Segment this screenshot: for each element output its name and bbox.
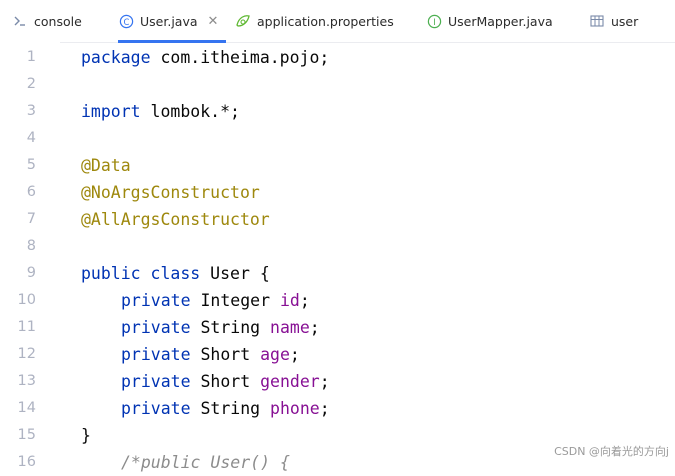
code-text: User { [200, 264, 270, 283]
properties-icon [235, 13, 251, 29]
code-text: com.itheima.pojo; [150, 48, 330, 67]
code-text: ; [299, 291, 310, 310]
code-text: ; [289, 345, 300, 364]
code-line: public class User { [81, 260, 270, 287]
code-line: private String phone; [121, 395, 330, 422]
field-name: name [270, 318, 310, 337]
annotation: @NoArgsConstructor [81, 183, 260, 202]
type-name: Short [190, 345, 261, 364]
tab-label: application.properties [257, 13, 394, 29]
field-name: phone [270, 399, 320, 418]
annotation: @Data [81, 156, 131, 175]
tab-user-java[interactable]: C User.java ✕ [118, 0, 226, 43]
close-icon[interactable]: ✕ [208, 14, 219, 29]
watermark: CSDN @向着光的方向j [554, 443, 669, 459]
code-text: lombok.*; [140, 102, 240, 121]
keyword: public class [81, 264, 201, 283]
tab-user-table[interactable]: user [589, 0, 638, 42]
svg-text:C: C [123, 16, 129, 26]
field-name: id [279, 291, 300, 310]
type-name: Integer [190, 291, 280, 310]
code-line: private Short age; [121, 341, 300, 368]
code-line: private String name; [121, 314, 320, 341]
tab-application-properties[interactable]: application.properties [235, 0, 394, 42]
code-line: private Integer id; [121, 287, 310, 314]
field-name: gender [260, 372, 320, 391]
code-text: ; [309, 318, 320, 337]
keyword: private [121, 291, 191, 310]
keyword: private [121, 399, 191, 418]
console-icon [12, 13, 28, 29]
code-editor[interactable]: package com.itheima.pojo; import lombok.… [0, 42, 675, 472]
code-line: private Short gender; [121, 368, 330, 395]
type-name: String [190, 318, 271, 337]
comment: /*public User() { [121, 453, 290, 472]
keyword: private [121, 345, 191, 364]
type-name: String [190, 399, 271, 418]
tab-label: user [611, 13, 639, 29]
editor-tab-bar: console C User.java ✕ application.proper… [0, 0, 675, 43]
code-line: } [81, 426, 91, 445]
tab-console[interactable]: console [12, 0, 82, 42]
annotation: @AllArgsConstructor [81, 210, 270, 229]
keyword: package [81, 48, 151, 67]
svg-text:I: I [433, 16, 435, 26]
field-name: age [260, 345, 290, 364]
code-text: ; [319, 372, 330, 391]
keyword: import [81, 102, 141, 121]
code-line: package com.itheima.pojo; [81, 44, 329, 71]
tab-label: UserMapper.java [448, 13, 553, 29]
code-line: import lombok.*; [81, 98, 240, 125]
code-text: ; [319, 399, 330, 418]
tab-label: console [34, 13, 82, 29]
class-icon: C [118, 13, 134, 29]
keyword: private [121, 318, 191, 337]
table-icon [589, 13, 605, 29]
interface-icon: I [426, 13, 442, 29]
keyword: private [121, 372, 191, 391]
type-name: Short [190, 372, 261, 391]
tab-label: User.java [140, 13, 198, 29]
tab-usermapper-java[interactable]: I UserMapper.java [426, 0, 553, 42]
